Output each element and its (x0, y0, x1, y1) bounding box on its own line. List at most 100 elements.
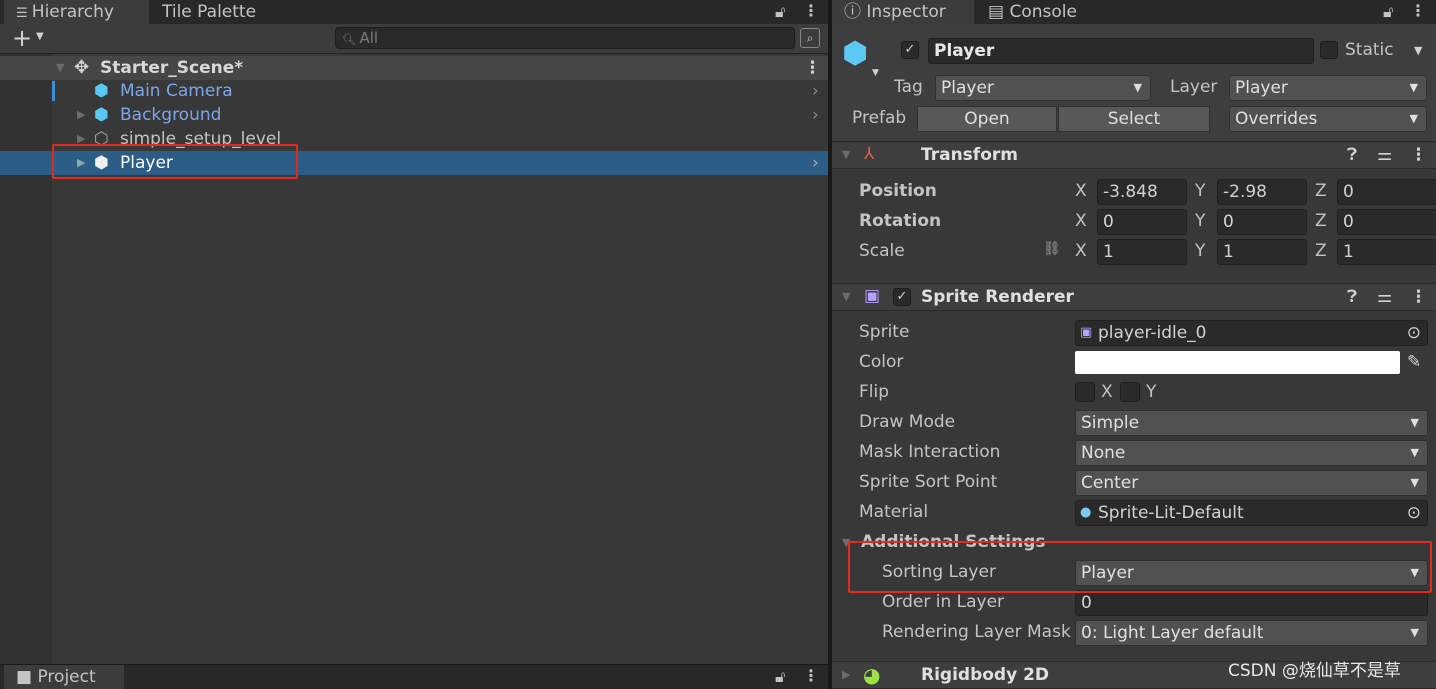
chevron-down-icon: ▼ (1410, 626, 1419, 639)
folder-icon: ■ (16, 667, 38, 687)
component-more-icon[interactable]: ⋮ (1410, 287, 1427, 307)
transform-header[interactable]: ▼ ⅄ Transform ❓︎ ⚌ ⋮ (832, 141, 1436, 169)
unlinked-scale-icon[interactable]: ⛓︎ (1043, 241, 1061, 257)
search-icon: 🔍︎ (342, 33, 360, 46)
console-icon: ▤ (988, 2, 1010, 22)
rotation-z-field[interactable]: 0 (1337, 209, 1436, 235)
chevron-down-icon: ▼ (1410, 446, 1419, 459)
add-button[interactable]: + (12, 24, 32, 52)
object-picker-icon[interactable]: ⊙ (1407, 501, 1421, 525)
flip-y-checkbox[interactable] (1120, 382, 1140, 402)
order-in-layer-field[interactable]: 0 (1075, 590, 1428, 616)
component-more-icon[interactable]: ⋮ (1410, 145, 1427, 165)
list-icon: ☰ (16, 6, 32, 21)
tag-dropdown[interactable]: Player ▼ (935, 75, 1151, 101)
sprite-field[interactable]: ▣ player-idle_0 ⊙ (1075, 320, 1428, 346)
unity-scene-icon: ✥ (74, 57, 90, 78)
sprite-renderer-icon: ▣ (864, 286, 881, 306)
transform-icon: ⅄ (864, 144, 875, 164)
sprite-renderer-header[interactable]: ▼ ▣ ✓ Sprite Renderer ❓︎ ⚌ ⋮ (832, 283, 1436, 311)
tab-hierarchy[interactable]: ☰ Hierarchy (4, 0, 149, 24)
axis-z-label[interactable]: Z (1315, 241, 1327, 261)
list-item-main-camera[interactable]: ⬢ Main Camera › (0, 79, 828, 103)
sprite-renderer-enabled-checkbox[interactable]: ✓ (893, 288, 911, 306)
axis-x-label[interactable]: X (1075, 241, 1087, 261)
position-y-field[interactable]: -2.98 (1217, 179, 1307, 205)
active-checkbox[interactable]: ✓ (901, 41, 919, 59)
add-dropdown-icon[interactable]: ▼ (36, 31, 44, 42)
project-tabbar: ■ Project 🔓︎ ⋮ (0, 665, 828, 689)
chevron-down-icon: ▼ (1133, 81, 1142, 94)
watermark: CSDN @烧仙草不是草 (1228, 661, 1401, 681)
collapse-arrow-icon[interactable]: ▼ (842, 290, 850, 303)
rotation-y-field[interactable]: 0 (1217, 209, 1307, 235)
prefab-open-button[interactable]: Open (917, 106, 1057, 132)
mask-interaction-dropdown[interactable]: None ▼ (1075, 440, 1428, 466)
axis-z-label[interactable]: Z (1315, 181, 1327, 201)
chevron-right-icon[interactable]: › (812, 103, 819, 127)
axis-y-label[interactable]: Y (1195, 211, 1205, 231)
static-dropdown-icon[interactable]: ▼ (1414, 44, 1422, 57)
position-z-field[interactable]: 0 (1337, 179, 1436, 205)
chevron-right-icon[interactable]: › (812, 79, 819, 103)
object-picker-icon[interactable]: ⊙ (1407, 321, 1421, 345)
presets-icon[interactable]: ⚌ (1377, 287, 1392, 307)
expand-arrow-icon[interactable]: ▶ (842, 668, 850, 681)
lock-icon[interactable]: 🔓︎ (775, 2, 785, 22)
more-icon[interactable]: ⋮ (803, 666, 819, 685)
expand-arrow-icon[interactable]: ▶ (77, 103, 85, 127)
scene-more-icon[interactable]: ⋮ (804, 56, 821, 80)
chevron-right-icon[interactable]: › (812, 151, 819, 175)
layer-dropdown[interactable]: Player ▼ (1229, 75, 1427, 101)
more-icon[interactable]: ⋮ (803, 1, 819, 20)
help-icon[interactable]: ❓︎ (1347, 145, 1357, 165)
scale-x-field[interactable]: 1 (1097, 239, 1187, 265)
hierarchy-tabbar: ☰ Hierarchy Tile Palette 🔓︎ ⋮ (0, 0, 828, 24)
help-icon[interactable]: ❓︎ (1347, 287, 1357, 307)
scale-z-field[interactable]: 1 (1337, 239, 1436, 265)
sprite-icon: ▣ (1080, 325, 1093, 340)
gameobject-cube-icon[interactable]: ⬢ (842, 36, 868, 71)
tab-console[interactable]: ▤ Console (976, 0, 1089, 24)
axis-x-label[interactable]: X (1075, 211, 1087, 231)
draw-mode-dropdown[interactable]: Simple ▼ (1075, 410, 1428, 436)
collapse-arrow-icon[interactable]: ▼ (842, 148, 850, 161)
object-name-field[interactable]: Player (928, 38, 1314, 64)
color-swatch[interactable] (1075, 351, 1400, 374)
more-icon[interactable]: ⋮ (1410, 1, 1426, 20)
eyedropper-icon[interactable]: ✎ (1407, 352, 1421, 372)
axis-x-label[interactable]: X (1075, 181, 1087, 201)
transform-rotation-label: Rotation (859, 211, 942, 231)
chevron-down-icon: ▼ (1409, 81, 1418, 94)
axis-z-label[interactable]: Z (1315, 211, 1327, 231)
inspector-tabbar: ⓘ Inspector ▤ Console 🔓︎ ⋮ (832, 0, 1436, 24)
list-item-background[interactable]: ▶ ⬢ Background › (0, 103, 828, 127)
rendering-layer-mask-dropdown[interactable]: 0: Light Layer default ▼ (1075, 620, 1428, 646)
overrides-dropdown[interactable]: Overrides ▼ (1229, 106, 1427, 132)
prefab-select-button[interactable]: Select (1058, 106, 1210, 132)
scale-y-field[interactable]: 1 (1217, 239, 1307, 265)
search-input[interactable]: 🔍︎ All (335, 27, 795, 49)
material-field[interactable]: ● Sprite-Lit-Default ⊙ (1075, 500, 1428, 526)
icon-dropdown-icon[interactable]: ▼ (872, 68, 879, 78)
position-x-field[interactable]: -3.848 (1097, 179, 1187, 205)
info-icon: ⓘ (844, 2, 867, 22)
scene-row[interactable]: ▼ ✥ Starter_Scene* ⋮ (0, 56, 828, 80)
axis-y-label[interactable]: Y (1195, 241, 1205, 261)
sprite-sort-point-dropdown[interactable]: Center ▼ (1075, 470, 1428, 496)
rotation-x-field[interactable]: 0 (1097, 209, 1187, 235)
presets-icon[interactable]: ⚌ (1377, 145, 1392, 165)
flip-x-checkbox[interactable] (1075, 382, 1095, 402)
tab-tile-palette[interactable]: Tile Palette (150, 0, 268, 24)
lock-icon[interactable]: 🔓︎ (1383, 2, 1393, 22)
scene-search-icon[interactable]: ⌕ (800, 28, 820, 48)
expand-arrow-icon[interactable]: ▼ (56, 56, 64, 80)
tab-project[interactable]: ■ Project (4, 665, 124, 689)
lock-icon[interactable]: 🔓︎ (775, 667, 785, 687)
static-checkbox[interactable] (1320, 41, 1338, 59)
axis-y-label[interactable]: Y (1195, 181, 1205, 201)
tab-inspector[interactable]: ⓘ Inspector (832, 0, 974, 24)
highlight-box (848, 541, 1432, 593)
chevron-down-icon: ▼ (1410, 476, 1419, 489)
cube-icon: ⬢ (94, 105, 109, 125)
